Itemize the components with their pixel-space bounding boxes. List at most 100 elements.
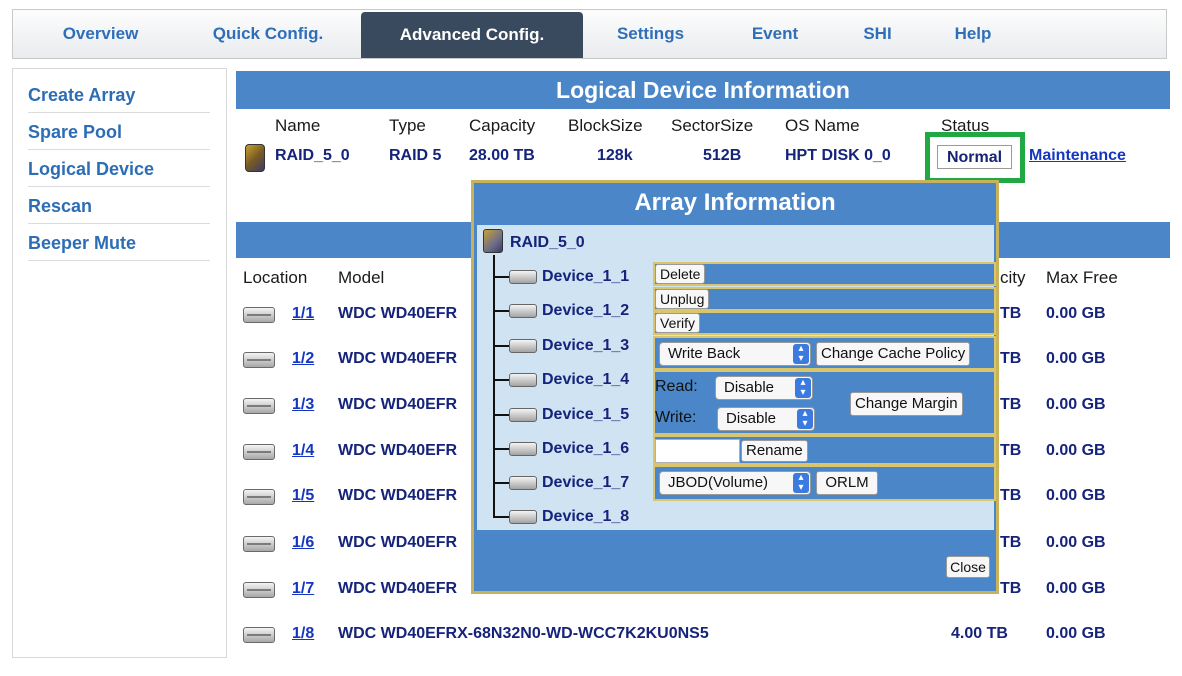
disk-icon — [509, 510, 537, 524]
tree-branch — [493, 414, 509, 416]
cache-policy-value: Write Back — [668, 345, 741, 362]
sidebar-item-create-array[interactable]: Create Array — [28, 77, 210, 113]
device-model: WDC WD40EFR — [338, 396, 458, 413]
header-name: Name — [275, 116, 321, 135]
select-arrows-icon: ▴ ▾ — [795, 378, 811, 398]
header-type: Type — [389, 116, 426, 135]
tab-settings[interactable]: Settings — [598, 10, 703, 58]
tab-overview[interactable]: Overview — [33, 10, 168, 58]
read-value: Disable — [724, 379, 775, 396]
disk-icon — [509, 408, 537, 422]
device-location-link[interactable]: 1/4 — [292, 442, 314, 460]
device-model: WDC WD40EFR — [338, 534, 458, 551]
tree-trunk — [493, 255, 495, 517]
device-capacity: TB — [1000, 534, 1022, 551]
device-max-free: 0.00 GB — [1046, 396, 1106, 413]
sidebar-item-rescan[interactable]: Rescan — [28, 188, 210, 224]
tree-branch — [493, 516, 509, 518]
disk-icon — [243, 307, 275, 323]
sidebar-item-spare-pool[interactable]: Spare Pool — [28, 114, 210, 150]
device-location-link[interactable]: 1/3 — [292, 396, 314, 414]
device-model: WDC WD40EFR — [338, 305, 458, 322]
tree-branch — [493, 448, 509, 450]
tree-device-item[interactable]: Device_1_7 — [542, 474, 629, 492]
device-capacity: TB — [1000, 580, 1022, 597]
device-model: WDC WD40EFR — [338, 350, 458, 367]
rename-input[interactable] — [655, 439, 740, 463]
tree-branch — [493, 276, 509, 278]
select-arrows-icon: ▴ ▾ — [793, 473, 809, 493]
tree-branch — [493, 482, 509, 484]
orlm-select[interactable]: JBOD(Volume) ▴ ▾ — [659, 471, 811, 495]
device-capacity: TB — [1000, 350, 1022, 367]
device-max-free: 0.00 GB — [1046, 442, 1106, 459]
action-row-cache-policy: Write Back ▴ ▾ Change Cache Policy — [653, 336, 996, 370]
disk-icon — [243, 536, 275, 552]
device-max-free: 0.00 GB — [1046, 350, 1106, 367]
close-button[interactable]: Close — [946, 556, 990, 578]
tree-device-item[interactable]: Device_1_4 — [542, 371, 629, 389]
action-row-verify: Verify — [653, 311, 996, 335]
tree-device-item[interactable]: Device_1_8 — [542, 508, 629, 526]
disk-icon — [509, 373, 537, 387]
device-max-free: 0.00 GB — [1046, 487, 1106, 504]
device-max-free: 0.00 GB — [1046, 534, 1106, 551]
device-location-link[interactable]: 1/8 — [292, 625, 314, 643]
action-row-unplug: Unplug — [653, 287, 996, 311]
device-model: WDC WD40EFRX-68N32N0-WD-WCC7K2KU0NS5 — [338, 625, 709, 642]
top-navigation: Overview Quick Config. Advanced Config. … — [12, 9, 1167, 59]
tree-device-item[interactable]: Device_1_5 — [542, 406, 629, 424]
read-select[interactable]: Disable ▴ ▾ — [715, 376, 813, 400]
device-location-link[interactable]: 1/2 — [292, 350, 314, 368]
action-row-margin: Read: Disable ▴ ▾ Write: Disable ▴ ▾ Chang… — [653, 370, 996, 435]
device-capacity: TB — [1000, 305, 1022, 322]
tree-device-item[interactable]: Device_1_2 — [542, 302, 629, 320]
tab-advanced-config[interactable]: Advanced Config. — [361, 12, 583, 58]
logical-device-title: Logical Device Information — [236, 71, 1170, 109]
device-location-link[interactable]: 1/1 — [292, 305, 314, 323]
select-arrows-icon: ▴ ▾ — [797, 409, 813, 429]
disk-icon — [509, 339, 537, 353]
action-row-rename: Rename — [653, 435, 996, 465]
disk-icon — [243, 582, 275, 598]
change-margin-button[interactable]: Change Margin — [850, 392, 963, 416]
array-information-dialog: Array Information RAID_5_0 Device_1_1 De… — [471, 180, 999, 594]
sidebar: Create Array Spare Pool Logical Device R… — [12, 68, 227, 658]
device-location-link[interactable]: 1/5 — [292, 487, 314, 505]
maintenance-link[interactable]: Maintenance — [1029, 147, 1126, 165]
tab-quick-config[interactable]: Quick Config. — [193, 10, 343, 58]
sidebar-item-logical-device[interactable]: Logical Device — [28, 151, 210, 187]
sidebar-item-beeper-mute[interactable]: Beeper Mute — [28, 225, 210, 261]
orlm-select-value: JBOD(Volume) — [668, 474, 769, 491]
header-capacity-partial: city — [1000, 268, 1026, 287]
tree-array-name[interactable]: RAID_5_0 — [510, 234, 585, 252]
header-max-free: Max Free — [1046, 268, 1118, 287]
tree-device-item[interactable]: Device_1_3 — [542, 337, 629, 355]
verify-button[interactable]: Verify — [655, 313, 701, 333]
change-cache-policy-button[interactable]: Change Cache Policy — [816, 342, 971, 366]
cache-policy-select[interactable]: Write Back ▴ ▾ — [659, 342, 811, 366]
tree-device-item[interactable]: Device_1_6 — [542, 440, 629, 458]
ld-os-name: HPT DISK 0_0 — [785, 147, 891, 164]
ld-name: RAID_5_0 — [275, 147, 350, 164]
disk-icon — [509, 304, 537, 318]
device-location-link[interactable]: 1/6 — [292, 534, 314, 552]
device-location-link[interactable]: 1/7 — [292, 580, 314, 598]
disk-icon — [243, 489, 275, 505]
disk-icon — [509, 270, 537, 284]
write-select[interactable]: Disable ▴ ▾ — [717, 407, 815, 431]
tree-device-item[interactable]: Device_1_1 — [542, 268, 629, 286]
status-badge: Normal — [937, 145, 1012, 169]
write-label: Write: — [655, 409, 697, 426]
header-model: Model — [338, 268, 385, 287]
disk-icon — [243, 444, 275, 460]
tab-shi[interactable]: SHI — [845, 10, 910, 58]
tab-event[interactable]: Event — [735, 10, 815, 58]
orlm-button[interactable]: ORLM — [816, 471, 878, 495]
tree-branch — [493, 379, 509, 381]
unplug-button[interactable]: Unplug — [655, 289, 710, 309]
device-capacity: 4.00 TB — [951, 625, 1008, 642]
delete-button[interactable]: Delete — [655, 264, 706, 284]
tab-help[interactable]: Help — [938, 10, 1008, 58]
rename-button[interactable]: Rename — [741, 440, 808, 462]
